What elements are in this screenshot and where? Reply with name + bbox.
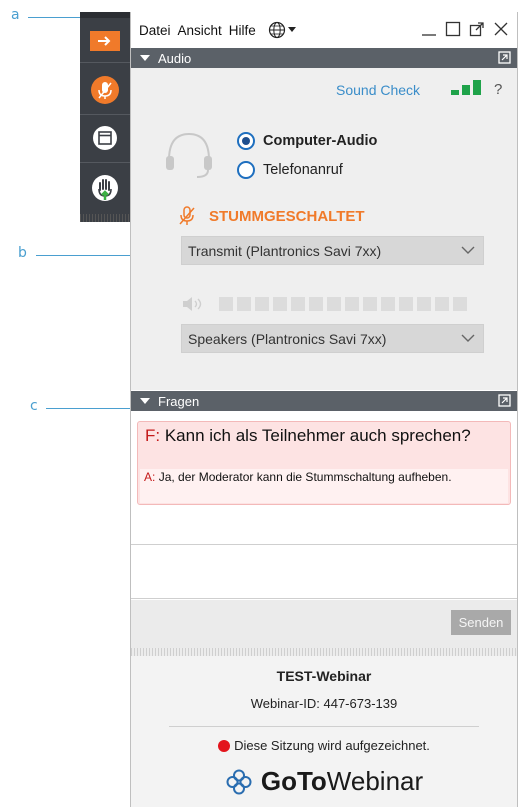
window-icon [93,126,117,150]
microphone-muted-icon [91,76,119,104]
help-button[interactable]: ? [494,81,502,98]
caret-down-icon [287,27,296,32]
minimize-icon [422,34,436,36]
menu-help[interactable]: Hilfe [229,23,256,38]
computer-audio-label: Computer-Audio [263,133,378,149]
question-item[interactable]: F: Kann ich als Teilnehmer auch sprechen… [137,421,511,505]
question-body: Kann ich als Teilnehmer auch sprechen? [164,426,471,445]
globe-icon [268,21,285,39]
callout-c-line [46,408,143,409]
recording-text: Diese Sitzung wird aufgezeichnet. [234,738,430,753]
gotowebinar-logo: GoTo Webinar [131,766,517,797]
microphone-select[interactable]: Transmit (Plantronics Savi 7xx) [181,236,484,265]
computer-audio-option[interactable]: Computer-Audio [237,132,377,150]
callout-c: c [30,398,38,414]
send-bar: Senden [131,600,517,648]
close-button[interactable] [491,19,511,39]
answer-body: Ja, der Moderator kann die Stummschaltun… [158,470,452,484]
webinar-info: TEST-Webinar Webinar-ID: 447-673-139 Die… [131,656,517,807]
webinar-title: TEST-Webinar [276,668,372,684]
brand-webinar: Webinar [326,766,424,796]
radio-selected[interactable] [237,132,255,150]
speaker-select[interactable]: Speakers (Plantronics Savi 7xx) [181,324,484,353]
toolbar-grip[interactable] [80,214,130,222]
muted-label: STUMMGESCHALTET [209,207,365,225]
popout-icon [469,22,484,37]
speaker-level-meter [181,296,471,312]
radio-unselected[interactable] [237,161,255,179]
questions-panel-header[interactable]: Fragen [131,391,517,411]
audio-panel-title: Audio [158,50,192,66]
sound-check-link[interactable]: Sound Check [336,82,420,98]
footer-divider [169,726,479,727]
recording-notice: Diese Sitzung wird aufgezeichnet. [131,738,517,753]
panel-popout-icon[interactable] [498,51,511,64]
question-prefix: F: [145,426,161,445]
raise-hand-icon [92,175,118,201]
screen-view-button[interactable] [85,118,125,158]
send-button[interactable]: Senden [451,610,511,635]
questions-panel-title: Fragen [158,393,200,409]
maximize-button[interactable] [443,19,463,39]
collapse-triangle-icon [140,55,150,61]
mute-status[interactable]: STUMMGESCHALTET [179,206,365,226]
collapse-panel-button[interactable] [85,26,125,56]
answer-prefix: A: [144,470,156,484]
microphone-toggle-button[interactable] [85,70,125,110]
signal-strength-icon [451,80,481,95]
toolbar-divider [80,62,130,63]
panel-popout-icon[interactable] [498,394,511,407]
microphone-muted-icon [179,206,195,225]
toolbar-divider [80,162,130,163]
window-controls [419,19,511,39]
arrow-right-icon [90,31,120,51]
control-toolbar [80,12,130,222]
speaker-icon [183,297,202,311]
language-menu[interactable] [268,21,296,39]
recording-dot-icon [218,739,231,752]
callout-a: a [11,7,20,23]
audio-panel-header[interactable]: Audio [131,48,517,68]
question-input[interactable] [131,544,517,599]
toolbar-divider [80,114,130,115]
collapse-triangle-icon [140,398,150,404]
headset-icon [166,132,212,178]
microphone-select-value: Transmit (Plantronics Savi 7xx) [188,242,382,259]
popout-button[interactable] [467,19,487,39]
answer-text: A: Ja, der Moderator kann die Stummschal… [140,469,508,503]
chevron-down-icon [461,246,475,254]
phone-call-label: Telefonanruf [263,162,343,178]
menu-bar: Datei Ansicht Hilfe [131,12,517,48]
maximize-icon [445,21,461,37]
brand-goto: GoTo [260,766,327,796]
gotowebinar-flower-icon [226,769,252,794]
raise-hand-button[interactable] [85,168,125,208]
menu-view[interactable]: Ansicht [178,23,222,38]
minimize-button[interactable] [419,19,439,39]
menu-file[interactable]: Datei [139,23,171,38]
callout-b: b [18,245,27,261]
webinar-id: Webinar-ID: 447-673-139 [250,696,398,711]
speaker-select-value: Speakers (Plantronics Savi 7xx) [188,330,387,347]
chevron-down-icon [461,334,475,342]
close-icon [494,22,508,36]
control-panel-window: Datei Ansicht Hilfe Audio Sound Check ? … [130,12,518,807]
phone-call-option[interactable]: Telefonanruf [237,161,343,179]
question-text: F: Kann ich als Teilnehmer auch sprechen… [145,426,495,445]
resize-grip[interactable] [131,648,517,656]
audio-panel: Sound Check ? Computer-Audio Telefonanru… [131,68,517,390]
